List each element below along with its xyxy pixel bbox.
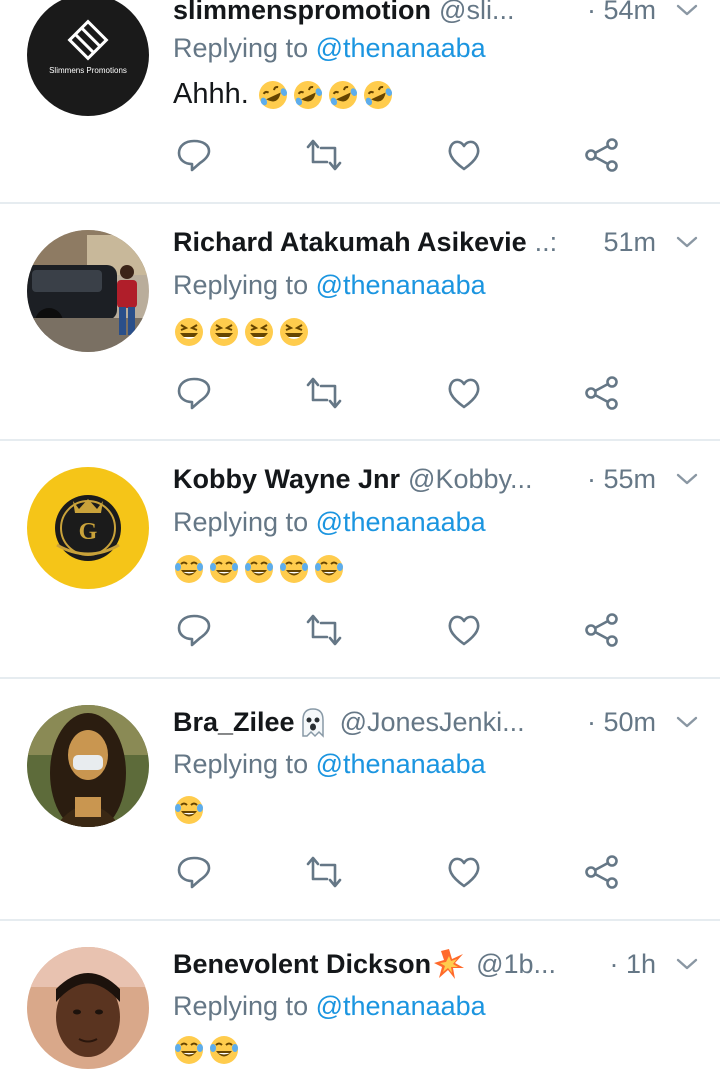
tweet-time[interactable]: · 55m	[587, 464, 656, 495]
author-handle[interactable]: @sli...	[439, 0, 514, 26]
rofl-emoji	[257, 79, 289, 111]
svg-text:G: G	[79, 519, 98, 545]
joy-emoji	[173, 553, 205, 585]
name-emoji	[433, 948, 468, 980]
reply-icon[interactable]	[175, 853, 219, 897]
mention-link[interactable]: @thenanaaba	[316, 33, 486, 63]
mention-link[interactable]: @thenanaaba	[316, 507, 486, 537]
author-handle[interactable]: @1b...	[476, 949, 556, 980]
tweet-text	[173, 316, 313, 348]
laughing-emoji	[173, 316, 205, 348]
avatar[interactable]	[27, 947, 149, 1069]
joy-emoji	[243, 553, 275, 585]
chevron-down-icon[interactable]	[674, 0, 700, 23]
chevron-down-icon[interactable]	[674, 709, 700, 735]
replying-to-label: Replying to	[173, 270, 309, 300]
emoji-list	[173, 316, 313, 348]
replying-to: Replying to @thenanaaba	[173, 507, 486, 538]
replying-to: Replying to @thenanaaba	[173, 33, 486, 64]
tweet[interactable]: Benevolent Dickson @1b... · 1h Replying …	[0, 921, 720, 1069]
chevron-down-icon[interactable]	[674, 951, 700, 977]
collision-emoji	[433, 948, 465, 980]
share-icon[interactable]	[583, 611, 627, 655]
reply-icon[interactable]	[175, 374, 219, 418]
retweet-icon[interactable]	[305, 374, 349, 418]
retweet-icon[interactable]	[305, 853, 349, 897]
author-name[interactable]: Kobby Wayne Jnr	[173, 464, 400, 495]
tweet-time[interactable]: · 54m	[587, 0, 656, 26]
author-handle[interactable]: @JonesJenki...	[340, 707, 525, 738]
author-name[interactable]: Bra_Zilee	[173, 707, 295, 738]
heart-icon[interactable]	[445, 853, 489, 897]
chevron-down-icon[interactable]	[674, 229, 700, 255]
replying-to-label: Replying to	[173, 33, 309, 63]
tweet-time[interactable]: · 1h	[609, 949, 656, 980]
replying-to-label: Replying to	[173, 749, 309, 779]
tweet[interactable]: Richard Atakumah Asikevie ..: 51m Replyi…	[0, 204, 720, 440]
joy-emoji	[208, 553, 240, 585]
avatar[interactable]: Slimmens Promotions	[27, 0, 149, 116]
name-emoji	[297, 706, 332, 738]
rofl-emoji	[362, 79, 394, 111]
laughing-emoji	[278, 316, 310, 348]
tweet[interactable]: Bra_Zilee @JonesJenki... · 50m Replying …	[0, 679, 720, 919]
replying-to: Replying to @thenanaaba	[173, 749, 486, 780]
tweet-text	[173, 553, 348, 585]
tweet-actions	[173, 136, 633, 180]
tweet[interactable]: G Kobby Wayne Jnr @Kobby... · 55m Replyi…	[0, 441, 720, 677]
tweet-time[interactable]: 51m	[603, 227, 656, 258]
mention-link[interactable]: @thenanaaba	[316, 749, 486, 779]
joy-emoji	[313, 553, 345, 585]
mention-link[interactable]: @thenanaaba	[316, 991, 486, 1021]
retweet-icon[interactable]	[305, 136, 349, 180]
rofl-emoji	[327, 79, 359, 111]
avatar-logo-text: Slimmens Promotions	[49, 66, 127, 75]
author-name[interactable]: Benevolent Dickson	[173, 949, 431, 980]
mention-link[interactable]: @thenanaaba	[316, 270, 486, 300]
author-name[interactable]: slimmenspromotion	[173, 0, 431, 26]
heart-icon[interactable]	[445, 374, 489, 418]
replying-to: Replying to @thenanaaba	[173, 991, 486, 1022]
emoji-list	[257, 79, 397, 111]
laughing-emoji	[243, 316, 275, 348]
author-name[interactable]: Richard Atakumah Asikevie	[173, 227, 527, 258]
chevron-down-icon[interactable]	[674, 466, 700, 492]
replying-to-label: Replying to	[173, 991, 309, 1021]
joy-emoji	[173, 1034, 205, 1066]
tweet-actions	[173, 374, 633, 418]
joy-emoji	[208, 1034, 240, 1066]
emoji-list	[173, 1034, 243, 1066]
joy-emoji	[173, 794, 205, 826]
tweet-time[interactable]: · 50m	[587, 707, 656, 738]
emoji-list	[173, 794, 208, 826]
tweet-text	[173, 1034, 243, 1066]
retweet-icon[interactable]	[305, 611, 349, 655]
avatar[interactable]: G	[27, 467, 149, 589]
joy-emoji	[278, 553, 310, 585]
rofl-emoji	[292, 79, 324, 111]
replying-to: Replying to @thenanaaba	[173, 270, 486, 301]
heart-icon[interactable]	[445, 136, 489, 180]
tweet-actions	[173, 611, 633, 655]
reply-icon[interactable]	[175, 136, 219, 180]
share-icon[interactable]	[583, 136, 627, 180]
emoji-list	[173, 553, 348, 585]
replying-to-label: Replying to	[173, 507, 309, 537]
laughing-emoji	[208, 316, 240, 348]
tweet-text-body: Ahhh.	[173, 78, 249, 110]
share-icon[interactable]	[583, 853, 627, 897]
tweet[interactable]: Slimmens Promotions slimmenspromotion @s…	[0, 0, 720, 202]
avatar[interactable]	[27, 705, 149, 827]
author-handle[interactable]: @Kobby...	[408, 464, 532, 495]
heart-icon[interactable]	[445, 611, 489, 655]
tweet-text	[173, 794, 208, 826]
tweet-actions	[173, 853, 633, 897]
reply-icon[interactable]	[175, 611, 219, 655]
avatar[interactable]	[27, 230, 149, 352]
ghost-emoji	[297, 706, 329, 738]
tweet-text: Ahhh.	[173, 78, 397, 111]
author-handle[interactable]: ..:	[535, 227, 558, 258]
share-icon[interactable]	[583, 374, 627, 418]
